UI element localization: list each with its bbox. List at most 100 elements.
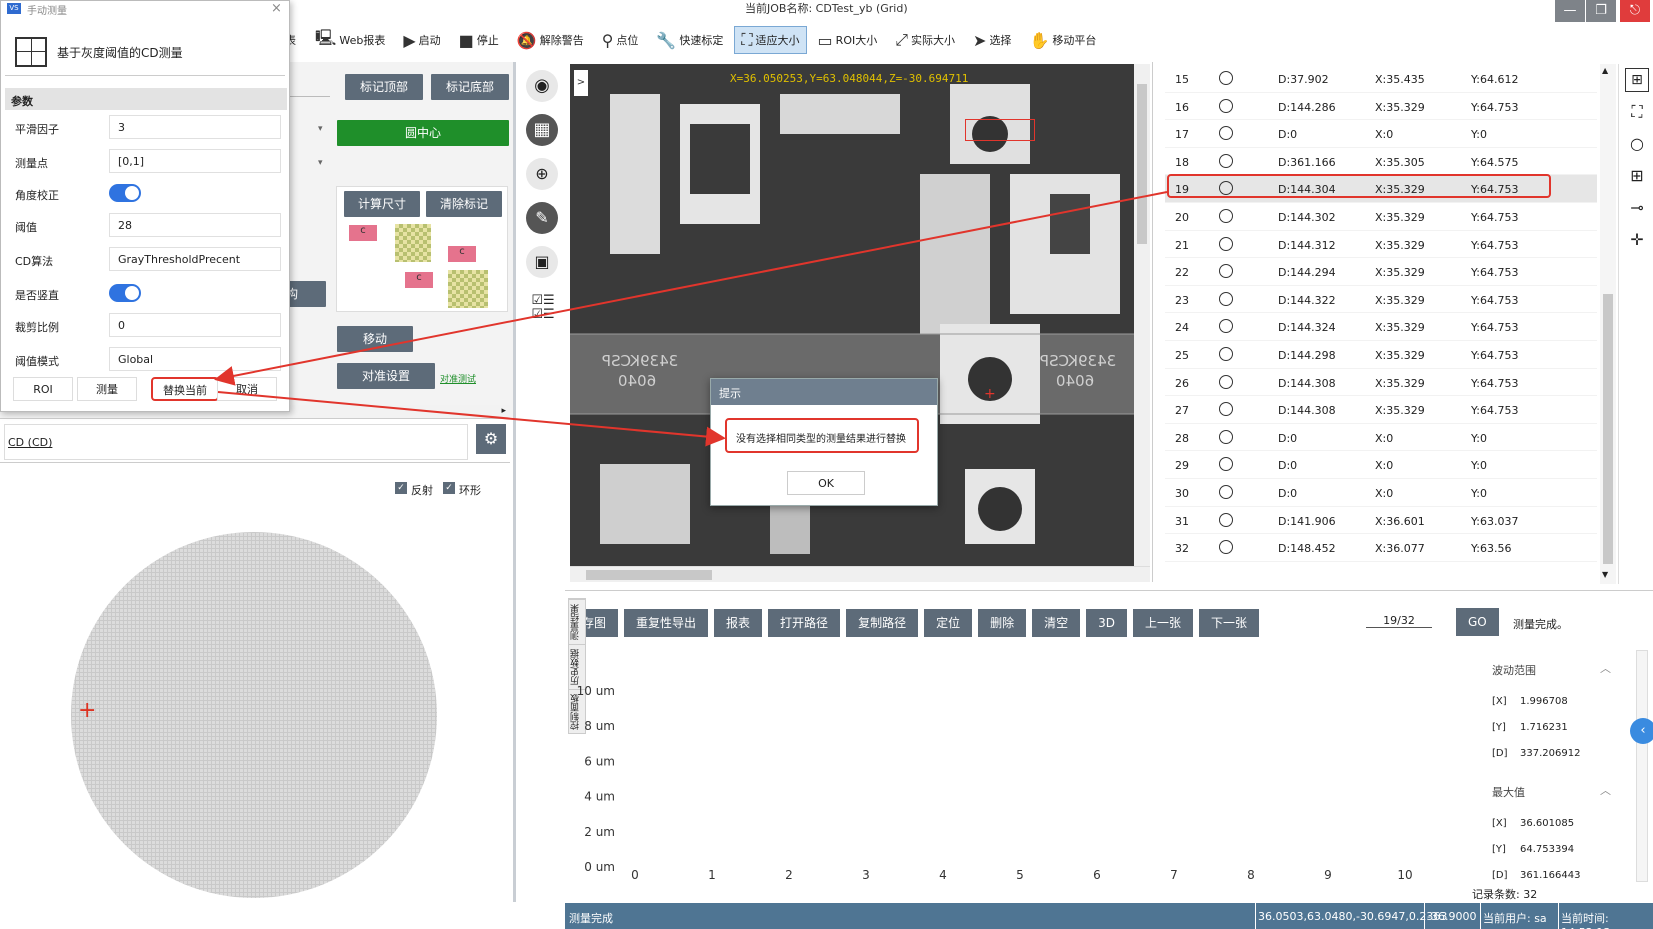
table-row[interactable]: 16 D:144.286 X:35.329 Y:64.753 (1165, 93, 1597, 121)
results-button-6[interactable]: 删除 (978, 609, 1027, 637)
toolbar-stop-button[interactable]: ■ 停止 (452, 26, 506, 54)
table-row[interactable]: 22 D:144.294 X:35.329 Y:64.753 (1165, 258, 1597, 286)
splitter[interactable] (513, 62, 516, 902)
radio-icon[interactable] (1219, 71, 1233, 85)
table-row[interactable]: 15 D:37.902 X:35.435 Y:64.612 (1165, 65, 1597, 93)
results-button-9[interactable]: 上一张 (1133, 609, 1194, 637)
cross-icon[interactable]: ✛ (1625, 228, 1649, 252)
radio-icon[interactable] (1219, 512, 1233, 527)
clear-mark-button[interactable]: 清除标记 (426, 191, 502, 217)
grid-icon[interactable]: ▦ (526, 114, 558, 146)
image-icon[interactable]: ▣ (526, 246, 558, 278)
radio-icon[interactable] (1219, 291, 1233, 306)
param-field[interactable]: GrayThresholdPrecent (109, 247, 281, 271)
page-indicator[interactable]: 19/32 (1366, 614, 1432, 628)
param-toggle[interactable] (109, 284, 141, 302)
collapse-icon[interactable]: ‹ (1630, 718, 1653, 744)
radio-icon[interactable] (1219, 429, 1233, 444)
circle-icon[interactable]: ○ (1625, 132, 1649, 156)
param-field[interactable]: 3 (109, 115, 281, 139)
toolbar-hand-button[interactable]: ✋ 移动平台 (1022, 26, 1103, 54)
toolbar-location-button[interactable]: ⚲ 点位 (595, 26, 646, 54)
calc-size-button[interactable]: 计算尺寸 (344, 191, 420, 217)
param-field[interactable]: 28 (109, 213, 281, 237)
align-setup-button[interactable]: 对准设置 (337, 363, 435, 389)
results-button-7[interactable]: 清空 (1032, 609, 1081, 637)
radio-icon[interactable] (1219, 209, 1233, 223)
layout-icon[interactable]: ⊞ (1625, 68, 1649, 92)
radio-icon[interactable] (1219, 236, 1233, 251)
radio-icon[interactable] (1219, 126, 1233, 141)
param-field[interactable]: 0 (109, 313, 281, 337)
chevron-down-icon[interactable]: ▾ (318, 124, 323, 134)
image-hscrollbar[interactable] (570, 566, 1150, 582)
radio-icon[interactable] (1219, 153, 1233, 168)
radio-icon[interactable] (1219, 485, 1233, 499)
line-icon[interactable]: ⊸ (1625, 196, 1649, 220)
toolbar-roi-button[interactable]: ▭ ROI大小 (811, 26, 885, 54)
table-row[interactable]: 31 D:141.906 X:36.601 Y:63.037 (1165, 507, 1597, 535)
toolbar-bell-off-button[interactable]: 🔕 解除警告 (510, 26, 591, 54)
toolbar-cursor-button[interactable]: ➤ 选择 (966, 26, 1018, 54)
chevron-up-icon[interactable]: ︿ (1600, 782, 1611, 798)
table-row[interactable]: 27 D:144.308 X:35.329 Y:64.753 (1165, 396, 1597, 424)
toolbar-actual-size-button[interactable]: ⤢ 实际大小 (888, 26, 962, 54)
results-button-10[interactable]: 下一张 (1199, 609, 1260, 637)
chevron-up-icon[interactable]: ︿ (1600, 660, 1611, 676)
ruler-icon[interactable]: ✎ (526, 202, 558, 234)
cd-item[interactable]: CD (CD) (8, 436, 52, 449)
alert-ok-button[interactable]: OK (787, 471, 865, 495)
minimize-button[interactable]: — (1555, 0, 1585, 22)
results-button-4[interactable]: 复制路径 (846, 609, 919, 637)
go-button[interactable]: GO (1456, 608, 1499, 636)
table-row[interactable]: 20 D:144.302 X:35.329 Y:64.753 (1165, 203, 1597, 231)
toolbar-fit-button[interactable]: ⛶ 适应大小 (734, 26, 807, 54)
param-field[interactable]: Global (109, 347, 281, 371)
expand-button[interactable]: > (574, 70, 588, 96)
table-row[interactable]: 32 D:148.452 X:36.077 Y:63.56 (1165, 534, 1597, 562)
param-field[interactable]: [0,1] (109, 149, 281, 173)
settings-icon[interactable]: ⚙ (476, 424, 506, 454)
stats-scrollbar[interactable] (1636, 650, 1648, 882)
param-toggle[interactable] (109, 184, 141, 202)
toolbar-wrench-button[interactable]: 🔧 快速标定 (649, 26, 730, 54)
logout-button[interactable]: ⎋ (1620, 0, 1650, 22)
chevron-right-icon[interactable]: ▸ (501, 406, 506, 416)
circle-center-button[interactable]: 圆中心 (337, 120, 509, 146)
radio-icon[interactable] (1219, 402, 1233, 417)
results-button-5[interactable]: 定位 (924, 609, 973, 637)
radio-icon[interactable] (1219, 347, 1233, 361)
table-row[interactable]: 25 D:144.298 X:35.329 Y:64.753 (1165, 341, 1597, 369)
move-button[interactable]: 移动 (337, 326, 413, 352)
table-row[interactable]: 28 D:0 X:0 Y:0 (1165, 424, 1597, 452)
table-row[interactable]: 17 D:0 X:0 Y:0 (1165, 120, 1597, 148)
mark-top-button[interactable]: 标记顶部 (345, 74, 423, 100)
results-button-3[interactable]: 打开路径 (768, 609, 841, 637)
align-test-link[interactable]: 对准测试 (440, 372, 476, 385)
maximize-button[interactable]: ❐ (1586, 0, 1616, 22)
radio-icon[interactable] (1219, 457, 1233, 472)
table-row[interactable]: 18 D:361.166 X:35.305 Y:64.575 (1165, 148, 1597, 176)
radio-icon[interactable] (1219, 264, 1233, 279)
table-row[interactable]: 21 D:144.312 X:35.329 Y:64.753 (1165, 231, 1597, 259)
table-row[interactable]: 26 D:144.308 X:35.329 Y:64.753 (1165, 369, 1597, 397)
results-button-2[interactable]: 报表 (714, 609, 763, 637)
radio-icon[interactable] (1219, 540, 1233, 555)
results-button-8[interactable]: 3D (1086, 609, 1127, 637)
image-vscrollbar[interactable] (1134, 64, 1150, 566)
dialog-button-0[interactable]: ROI (13, 377, 73, 401)
table-row[interactable]: 30 D:0 X:0 Y:0 (1165, 479, 1597, 507)
dialog-button-1[interactable]: 测量 (77, 377, 137, 401)
wafer-map[interactable]: + (0, 465, 500, 925)
mark-bottom-button[interactable]: 标记底部 (431, 74, 509, 100)
results-button-1[interactable]: 重复性导出 (624, 609, 709, 637)
table-row[interactable]: 24 D:144.324 X:35.329 Y:64.753 (1165, 313, 1597, 341)
toolbar-web-report-button[interactable]: 🖳 Web报表 (308, 26, 392, 54)
dialog-button-2[interactable]: 替换当前 (151, 377, 219, 401)
table-scrollbar[interactable]: ▲ ▼ (1600, 64, 1616, 584)
roi-rect[interactable] (965, 119, 1035, 141)
fit-screen-icon[interactable]: ⛶ (1625, 100, 1649, 124)
results-table[interactable]: 15 D:37.902 X:35.435 Y:64.612 16 D:144.286 X:3… (1165, 64, 1605, 564)
vertical-tab[interactable]: 测量结果 (569, 599, 585, 644)
radio-icon[interactable] (1219, 319, 1233, 334)
